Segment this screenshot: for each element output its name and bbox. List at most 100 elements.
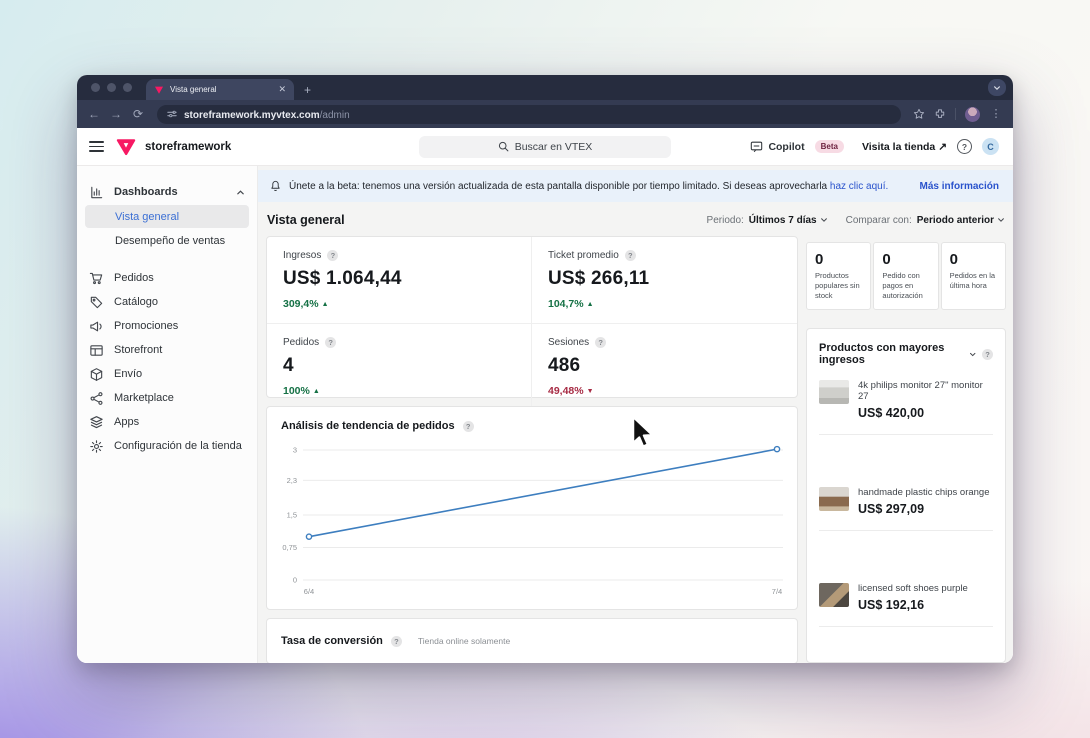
sidebar-item-configuraci-n-de-la-tienda[interactable]: Configuración de la tienda [77, 434, 257, 458]
main-content: Únete a la beta: tenemos una versión act… [258, 166, 1013, 663]
banner-link[interactable]: haz clic aquí. [830, 181, 888, 192]
sidebar-item-promociones[interactable]: Promociones [77, 314, 257, 338]
sidebar-item-apps[interactable]: Apps [77, 410, 257, 434]
settings-icon [90, 439, 103, 453]
page-title: Vista general [267, 213, 345, 227]
admin-viewport: storeframework Buscar en VTEX Copilot Be… [77, 128, 1013, 663]
help-badge-icon[interactable]: ? [325, 337, 337, 348]
sidebar-item-vista-general[interactable]: Vista general [85, 205, 249, 228]
product-thumbnail [819, 380, 849, 404]
back-button[interactable]: ← [87, 108, 101, 120]
dashboards-icon [91, 186, 103, 198]
kpi-pedidos: Pedidos? 4 100% ▲ [267, 324, 532, 410]
new-tab-button[interactable]: + [304, 83, 311, 97]
conversion-title: Tasa de conversión [281, 635, 383, 647]
kpi-card: Ingresos? US$ 1.064,44 309,4% ▲ Ticket pro… [266, 236, 798, 410]
help-badge-icon[interactable]: ? [624, 250, 636, 261]
mini-kpi-card: 0 Productos populares sin stock [806, 242, 872, 310]
more-info-link[interactable]: Más información [920, 181, 1001, 192]
help-badge-icon[interactable]: ? [390, 635, 402, 647]
storefront-icon [90, 344, 103, 356]
promotions-icon [90, 321, 102, 331]
copilot-button[interactable]: Copilot [750, 141, 805, 153]
product-thumbnail [819, 487, 849, 511]
period-select[interactable]: Últimos 7 días [749, 215, 828, 226]
help-badge-icon[interactable]: ? [595, 337, 607, 348]
sidebar-item-pedidos[interactable]: Pedidos [77, 266, 257, 290]
sidebar-item-env-o[interactable]: Envío [77, 362, 257, 386]
mini-kpi-row: 0 Productos populares sin stock 0 Pedido co… [806, 242, 1006, 310]
svg-text:1,5: 1,5 [287, 511, 297, 520]
tab-close-icon[interactable]: ✕ [278, 84, 286, 95]
extensions-icon[interactable] [934, 108, 946, 120]
beta-badge: Beta [814, 140, 844, 153]
compare-label: Comparar con: [845, 214, 912, 226]
window-controls[interactable] [77, 75, 144, 100]
sidebar-item-dashboards[interactable]: Dashboards [77, 180, 257, 204]
help-badge-icon[interactable]: ? [462, 420, 474, 432]
vtex-logo-icon [116, 138, 136, 155]
chart-title: Análisis de tendencia de pedidos [281, 420, 455, 432]
mouse-cursor [632, 416, 654, 448]
chevron-down-icon [820, 218, 827, 222]
site-settings-icon[interactable] [167, 109, 177, 119]
chevron-down-icon[interactable] [969, 350, 976, 359]
compare-select[interactable]: Periodo anterior [917, 215, 1005, 226]
orders-trend-card: Análisis de tendencia de pedidos ? 3 2,3 1… [266, 406, 798, 610]
product-list-item[interactable]: licensed soft shoes purple US$ 192,16 [819, 583, 993, 612]
product-thumbnail [819, 583, 849, 607]
kpi-value: US$ 266,11 [548, 268, 650, 289]
window-minimize-button[interactable] [107, 83, 116, 92]
product-list-item[interactable]: 4k philips monitor 27" monitor 27 US$ 420… [819, 380, 993, 420]
admin-header: storeframework Buscar en VTEX Copilot Be… [77, 128, 1013, 166]
conversion-subtitle: Tienda online solamente [417, 636, 511, 646]
vtex-favicon-icon [154, 86, 164, 94]
svg-text:2,3: 2,3 [287, 476, 297, 485]
product-list-item[interactable]: handmade plastic chips orange US$ 297,09 [819, 487, 993, 516]
svg-text:0: 0 [293, 576, 297, 585]
period-label: Periodo: [706, 214, 744, 226]
kpi-value: 486 [548, 355, 581, 376]
bookmark-star-icon[interactable] [913, 108, 925, 120]
bell-icon [271, 180, 280, 191]
orders-trend-chart: 3 2,3 1,5 0,75 0 6/4 7/4 [281, 438, 783, 606]
beta-banner: Únete a la beta: tenemos una versión act… [258, 170, 1013, 202]
visit-store-link[interactable]: Visita la tienda ↗ [862, 141, 947, 153]
shipping-icon [90, 367, 103, 381]
kpi-delta: 100% ▲ [283, 385, 320, 397]
sidebar-item-marketplace[interactable]: Marketplace [77, 386, 257, 410]
sidebar-item-desempe-o-de-ventas[interactable]: Desempeño de ventas [85, 229, 249, 252]
browser-profile-avatar[interactable] [965, 106, 980, 122]
window-maximize-button[interactable] [123, 83, 132, 92]
help-badge-icon[interactable]: ? [982, 348, 993, 360]
sidebar-item-cat-logo[interactable]: Catálogo [77, 290, 257, 314]
forward-button[interactable]: → [109, 108, 123, 120]
tab-search-button[interactable] [988, 79, 1006, 96]
browser-tab[interactable]: Vista general ✕ [146, 79, 294, 100]
menu-hamburger-icon[interactable] [89, 141, 104, 152]
kpi-delta: 104,7% ▲ [548, 298, 594, 310]
mini-kpi-card: 0 Pedidos en la última hora [940, 242, 1006, 310]
url-path: /admin [319, 110, 350, 121]
user-avatar[interactable]: C [982, 138, 999, 155]
chat-icon [751, 141, 763, 152]
reload-button[interactable]: ⟳ [131, 108, 145, 120]
svg-text:7/4: 7/4 [772, 587, 782, 596]
window-close-button[interactable] [91, 83, 100, 92]
help-badge-icon[interactable]: ? [327, 250, 339, 261]
url-bar[interactable]: storeframework.myvtex.com/admin [157, 104, 901, 124]
svg-text:3: 3 [293, 446, 297, 455]
apps-icon [90, 415, 103, 428]
period-controls: Periodo: Últimos 7 días Comparar con: Pe… [707, 215, 1005, 226]
kpi-value: 4 [283, 355, 294, 376]
svg-text:0,75: 0,75 [282, 543, 297, 552]
right-column: 0 Productos populares sin stock 0 Pedido co… [806, 236, 1006, 663]
left-column: Ingresos? US$ 1.064,44 309,4% ▲ Ticket pro… [266, 236, 798, 663]
sidebar-item-storefront[interactable]: Storefront [77, 338, 257, 362]
banner-text: Únete a la beta: tenemos una versión act… [289, 180, 889, 192]
help-icon[interactable]: ? [957, 139, 972, 154]
top-products-card: Productos con mayores ingresos ? 4k phil… [806, 328, 1006, 663]
global-search-input[interactable]: Buscar en VTEX [419, 135, 671, 158]
conversion-card: Tasa de conversión ? Tienda online solam… [266, 618, 798, 663]
browser-menu-icon[interactable]: ⋮ [989, 108, 1003, 120]
